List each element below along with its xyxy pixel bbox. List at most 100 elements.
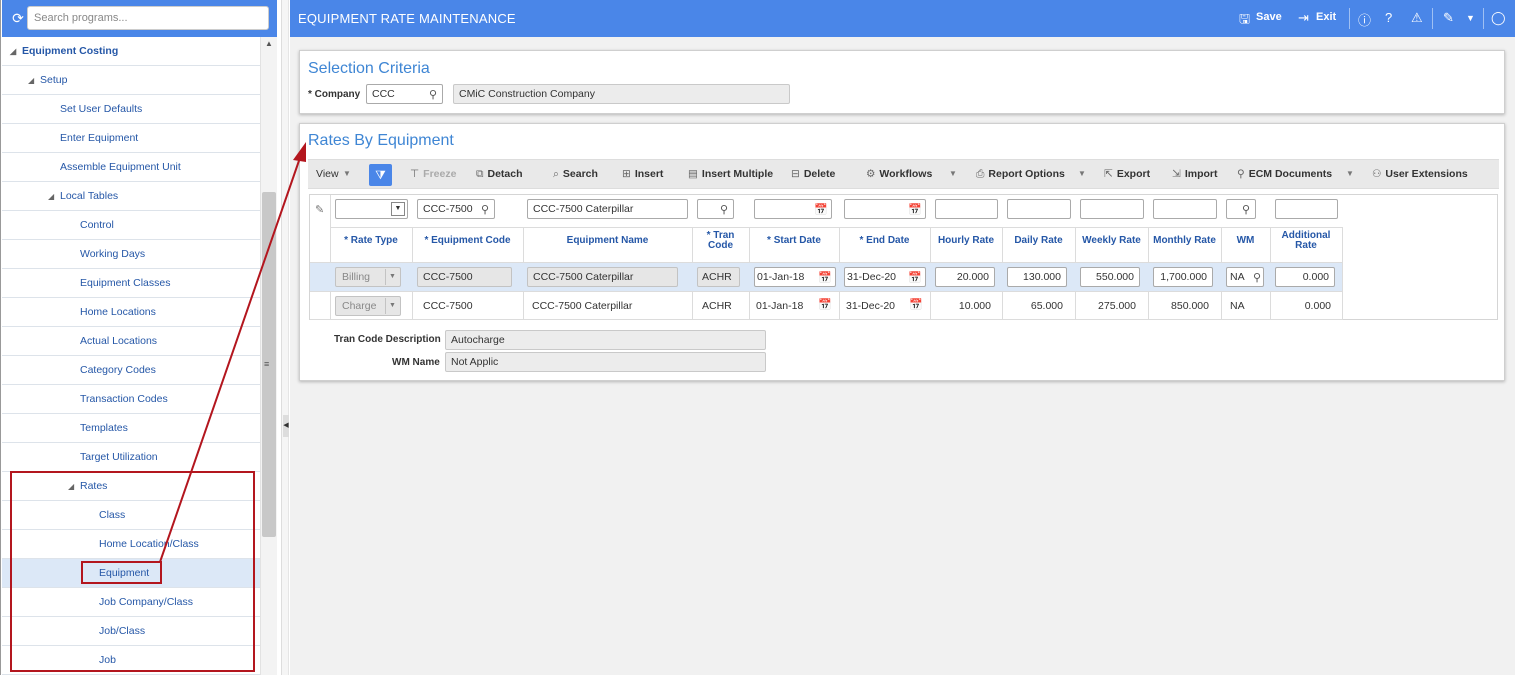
search-icon[interactable]: ⚲ [1253, 269, 1261, 286]
expanded-caret-icon[interactable]: ◢ [10, 38, 20, 66]
col-equipment-code[interactable]: * Equipment Code [412, 236, 523, 246]
sidebar-item[interactable]: Working Days [2, 240, 260, 269]
col-start-date[interactable]: * Start Date [749, 236, 839, 246]
export-button[interactable]: ⇱ Export [1104, 168, 1150, 180]
search-button[interactable]: ⌕ Search [553, 168, 598, 181]
sidebar-item[interactable]: Assemble Equipment Unit [2, 153, 260, 182]
ecm-documents-button[interactable]: ⚲ ECM Documents [1237, 168, 1332, 180]
chevron-down-icon[interactable]: ▼ [1346, 169, 1354, 178]
dropdown-arrow-icon[interactable]: ▼ [385, 269, 399, 285]
save-icon[interactable]: 🖫 [1239, 10, 1250, 32]
sidebar-item[interactable]: ◢ Setup [2, 66, 260, 95]
weekly-rate-filter[interactable] [1080, 199, 1144, 219]
sidebar-item[interactable]: Target Utilization [2, 443, 260, 472]
warning-icon[interactable]: ⚠ [1411, 10, 1423, 26]
user-extensions-button[interactable]: ⚇ User Extensions [1372, 168, 1468, 180]
expanded-caret-icon[interactable]: ◢ [28, 67, 38, 95]
calendar-icon[interactable]: 📅 [908, 201, 922, 218]
sidebar-item[interactable]: ◢ Equipment Costing [2, 37, 260, 66]
freeze-button[interactable]: ⊤ Freeze [410, 168, 456, 180]
sidebar-item[interactable]: Templates [2, 414, 260, 443]
exit-icon[interactable]: ⇥ [1298, 10, 1309, 26]
dropdown-arrow-icon[interactable]: ▼ [391, 202, 405, 216]
edit-pencil-icon[interactable]: ✎ [315, 203, 324, 216]
insert-multiple-button[interactable]: ▤ Insert Multiple [688, 168, 773, 180]
sidebar-item[interactable]: ◢ Local Tables [2, 182, 260, 211]
save-button[interactable]: Save [1256, 11, 1282, 23]
sidebar-item[interactable]: Control [2, 211, 260, 240]
exit-button[interactable]: Exit [1316, 11, 1336, 23]
search-icon[interactable]: ⚲ [1242, 201, 1250, 218]
calendar-icon[interactable]: 📅 [908, 269, 922, 286]
dropdown-arrow-icon[interactable]: ▼ [385, 298, 399, 314]
edit-notes-icon[interactable]: ✎ [1443, 10, 1454, 26]
expanded-caret-icon[interactable]: ◢ [48, 183, 58, 211]
end-date-input[interactable]: 31-Dec-20 📅 [844, 267, 926, 287]
sidebar-item[interactable]: Transaction Codes [2, 385, 260, 414]
col-additional-rate[interactable]: Additional Rate [1270, 231, 1342, 251]
calendar-icon[interactable]: 📅 [818, 269, 832, 286]
search-icon[interactable]: ⚲ [720, 201, 728, 218]
calendar-icon[interactable]: 📅 [909, 298, 923, 311]
col-equipment-name[interactable]: Equipment Name [523, 236, 692, 246]
col-daily-rate[interactable]: Daily Rate [1002, 236, 1075, 246]
collapse-sidebar-icon[interactable]: ◀ [283, 415, 289, 437]
monthly-rate-filter[interactable] [1153, 199, 1217, 219]
calendar-icon[interactable]: 📅 [814, 201, 828, 218]
col-weekly-rate[interactable]: Weekly Rate [1075, 236, 1148, 246]
sidebar-item[interactable]: Category Codes [2, 356, 260, 385]
rate-type-select[interactable]: Billing ▼ [335, 267, 401, 287]
sidebar-item[interactable]: Actual Locations [2, 327, 260, 356]
table-row[interactable]: Charge ▼ CCC-7500 CCC-7500 Caterpillar AC… [310, 291, 1342, 320]
col-hourly-rate[interactable]: Hourly Rate [930, 236, 1002, 246]
col-monthly-rate[interactable]: Monthly Rate [1148, 236, 1221, 246]
equipment-code-cell[interactable]: CCC-7500 [417, 267, 512, 287]
help-icon[interactable]: ? [1385, 10, 1392, 25]
daily-rate-filter[interactable] [1007, 199, 1071, 219]
report-options-button[interactable]: ⎙ Report Options [976, 168, 1065, 181]
additional-rate-input[interactable]: 0.000 [1275, 267, 1335, 287]
sidebar-item[interactable]: Set User Defaults [2, 95, 260, 124]
equipment-code-filter[interactable]: CCC-7500 ⚲ [417, 199, 495, 219]
hourly-rate-filter[interactable] [935, 199, 998, 219]
tran-code-filter[interactable]: ⚲ [697, 199, 734, 219]
table-row[interactable]: Billing ▼ CCC-7500 CCC-7500 Caterpillar A… [310, 262, 1342, 291]
delete-button[interactable]: ⊟ Delete [791, 168, 835, 180]
chevron-down-icon[interactable]: ▼ [949, 169, 957, 178]
workflows-button[interactable]: ⚙ Workflows [866, 168, 932, 180]
chevron-down-icon[interactable]: ▼ [1466, 13, 1475, 23]
filter-toggle-icon[interactable]: ⧩ [369, 164, 392, 186]
end-date-filter[interactable]: 📅 [844, 199, 926, 219]
sidebar-item[interactable]: Equipment Classes [2, 269, 260, 298]
search-icon[interactable]: ⚲ [429, 86, 437, 103]
company-field[interactable]: CCC ⚲ [366, 84, 443, 104]
refresh-icon[interactable]: ⟳ [10, 10, 26, 26]
rate-type-filter[interactable]: ▼ [335, 199, 408, 219]
col-rate-type[interactable]: * Rate Type [330, 236, 412, 246]
sidebar-item[interactable]: Home Locations [2, 298, 260, 327]
col-wm[interactable]: WM [1221, 236, 1270, 246]
wm-filter[interactable]: ⚲ [1226, 199, 1256, 219]
calendar-icon[interactable]: 📅 [818, 298, 832, 311]
hourly-rate-input[interactable]: 20.000 [935, 267, 995, 287]
panel-splitter[interactable]: ◀ [282, 0, 289, 675]
view-menu[interactable]: View [316, 168, 339, 180]
refresh-icon[interactable]: ◯ [1491, 10, 1506, 26]
col-tran-code[interactable]: * Tran Code [692, 231, 749, 251]
sidebar-scrollbar[interactable]: ▲ ≡ [260, 37, 277, 675]
start-date-input[interactable]: 01-Jan-18 📅 [754, 267, 836, 287]
sidebar-item[interactable]: Enter Equipment [2, 124, 260, 153]
import-button[interactable]: ⇲ Import [1172, 168, 1217, 180]
wm-input[interactable]: NA ⚲ [1226, 267, 1264, 287]
start-date-filter[interactable]: 📅 [754, 199, 832, 219]
rate-type-select[interactable]: Charge ▼ [335, 296, 401, 316]
tran-code-cell[interactable]: ACHR [697, 267, 740, 287]
weekly-rate-input[interactable]: 550.000 [1080, 267, 1140, 287]
col-end-date[interactable]: * End Date [839, 236, 930, 246]
chevron-down-icon[interactable]: ▼ [1078, 169, 1086, 178]
insert-button[interactable]: ⊞ Insert [622, 168, 663, 180]
additional-rate-filter[interactable] [1275, 199, 1338, 219]
search-icon[interactable]: ⚲ [481, 201, 489, 218]
daily-rate-input[interactable]: 130.000 [1007, 267, 1067, 287]
chevron-down-icon[interactable]: ▼ [343, 169, 351, 178]
